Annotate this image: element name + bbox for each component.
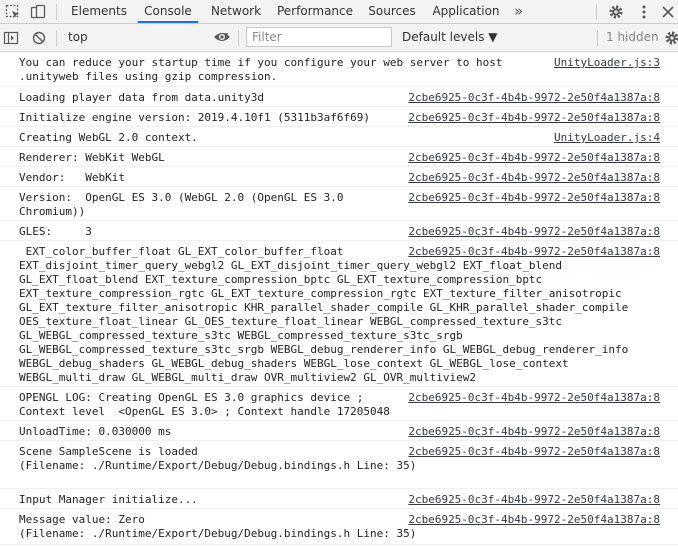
context-selector-value: top (68, 30, 88, 44)
message-text: Creating WebGL 2.0 context. (19, 131, 198, 144)
message-source-link[interactable]: 2cbe6925-0c3f-4b4b-9972-2e50f4a1387a:8 (408, 171, 660, 185)
message-source-link[interactable]: 2cbe6925-0c3f-4b4b-9972-2e50f4a1387a:8 (408, 111, 660, 125)
tab-console[interactable]: Console (138, 0, 198, 23)
console-message: Message value: Zero (Filename: ./Runtime… (0, 509, 678, 545)
message-text: You can reduce your startup time if you … (19, 56, 503, 83)
tab-sources[interactable]: Sources (364, 0, 420, 23)
message-source-link[interactable]: 2cbe6925-0c3f-4b4b-9972-2e50f4a1387a:8 (408, 245, 660, 259)
console-message: UnloadTime: 0.030000 ms 2cbe6925-0c3f-4b… (0, 421, 678, 441)
message-source-link[interactable]: 2cbe6925-0c3f-4b4b-9972-2e50f4a1387a:8 (408, 191, 660, 205)
more-tabs-button[interactable]: » (514, 0, 523, 23)
console-message: Vendor: WebKit 2cbe6925-0c3f-4b4b-9972-2… (0, 167, 678, 187)
clear-console-icon[interactable] (31, 30, 47, 46)
eye-icon[interactable] (213, 30, 231, 44)
tabbar-divider (56, 4, 57, 20)
console-message: Initialize engine version: 2019.4.10f1 (… (0, 107, 678, 127)
device-toolbar-icon[interactable] (30, 4, 46, 20)
toolbar-divider (56, 30, 57, 46)
tab-performance[interactable]: Performance (276, 0, 354, 23)
filter-input[interactable] (246, 27, 392, 47)
log-levels-dropdown[interactable]: Default levels ▼ (402, 27, 498, 48)
console-settings-gear-icon[interactable] (664, 30, 678, 46)
console-messages[interactable]: You can reduce your startup time if you … (0, 52, 678, 546)
more-options-icon[interactable] (636, 4, 652, 20)
hidden-messages-count: 1 hidden (606, 30, 659, 44)
console-toolbar: top ▼ Default levels ▼ 1 hidden (0, 24, 678, 52)
tab-elements[interactable]: Elements (66, 0, 132, 23)
console-message: Creating WebGL 2.0 context. UnityLoader.… (0, 127, 678, 147)
gear-icon[interactable] (608, 4, 624, 20)
console-message: OPENGL LOG: Creating OpenGL ES 3.0 graph… (0, 387, 678, 421)
inspect-element-icon[interactable] (5, 4, 21, 20)
console-message: EXT_color_buffer_float GL_EXT_color_buff… (0, 241, 678, 387)
devtools-tabbar: Elements Console Network Performance Sou… (0, 0, 678, 24)
message-source-link[interactable]: UnityLoader.js:4 (554, 131, 660, 145)
console-message: Renderer: WebKit WebGL 2cbe6925-0c3f-4b4… (0, 147, 678, 167)
message-source-link[interactable]: 2cbe6925-0c3f-4b4b-9972-2e50f4a1387a:8 (408, 493, 660, 507)
tab-application[interactable]: Application (431, 0, 501, 23)
message-text: EXT_color_buffer_float GL_EXT_color_buff… (19, 245, 629, 384)
tab-network[interactable]: Network (206, 0, 266, 23)
context-selector[interactable]: top ▼ (64, 27, 230, 48)
message-source-link[interactable]: 2cbe6925-0c3f-4b4b-9972-2e50f4a1387a:8 (408, 391, 660, 405)
console-message: You can reduce your startup time if you … (0, 52, 678, 87)
toolbar-divider (597, 30, 598, 46)
message-source-link[interactable]: 2cbe6925-0c3f-4b4b-9972-2e50f4a1387a:8 (408, 425, 660, 439)
message-source-link[interactable]: 2cbe6925-0c3f-4b4b-9972-2e50f4a1387a:8 (408, 91, 660, 105)
console-message: Loading player data from data.unity3d 2c… (0, 87, 678, 107)
message-source-link[interactable]: 2cbe6925-0c3f-4b4b-9972-2e50f4a1387a:8 (408, 513, 660, 527)
message-source-link[interactable]: 2cbe6925-0c3f-4b4b-9972-2e50f4a1387a:8 (408, 225, 660, 239)
show-sidebar-icon[interactable] (3, 30, 19, 46)
message-source-link[interactable]: 2cbe6925-0c3f-4b4b-9972-2e50f4a1387a:8 (408, 445, 660, 459)
console-message: Input Manager initialize... 2cbe6925-0c3… (0, 489, 678, 509)
console-message: Scene SampleScene is loaded (Filename: .… (0, 441, 678, 489)
toolbar-divider (238, 30, 239, 46)
message-source-link[interactable]: 2cbe6925-0c3f-4b4b-9972-2e50f4a1387a:8 (408, 151, 660, 165)
message-source-link[interactable]: UnityLoader.js:3 (554, 56, 660, 70)
close-icon[interactable] (660, 4, 676, 20)
console-message: GLES: 3 2cbe6925-0c3f-4b4b-9972-2e50f4a1… (0, 221, 678, 241)
tabbar-divider (596, 4, 597, 20)
console-message: Version: OpenGL ES 3.0 (WebGL 2.0 (OpenG… (0, 187, 678, 221)
